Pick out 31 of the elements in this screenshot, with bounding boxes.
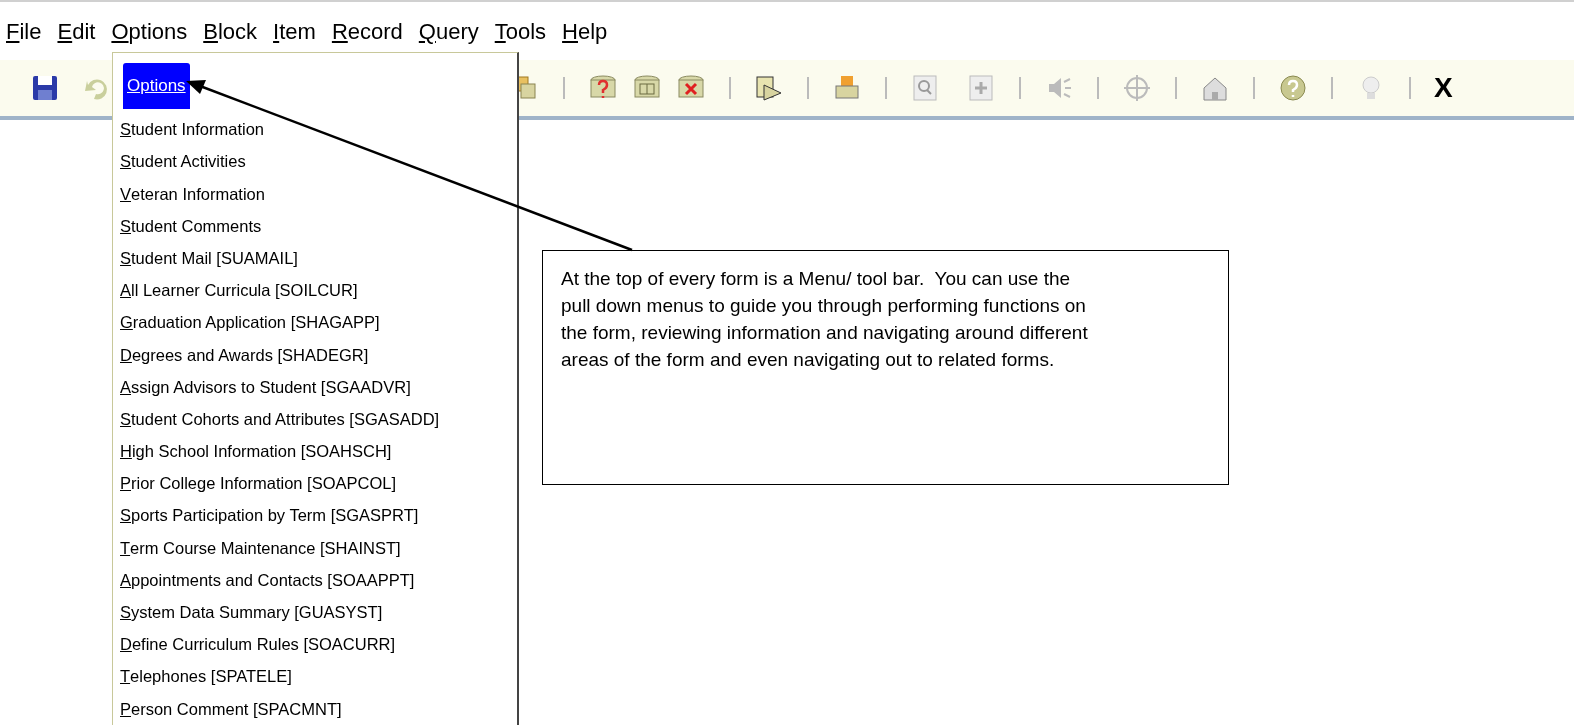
dropdown-item[interactable]: Appointments and Contacts [SOAAPPT] <box>120 564 415 597</box>
dropdown-item[interactable]: Student Mail [SUAMAIL] <box>120 242 298 275</box>
exit-button[interactable]: X <box>1434 74 1453 102</box>
dropdown-item[interactable]: Student Cohorts and Attributes [SGASADD] <box>120 403 440 436</box>
menu-item[interactable]: Edit <box>55 14 98 48</box>
dropdown-item[interactable]: Telephones [SPATELE] <box>120 660 292 693</box>
dropdown-item[interactable]: System Data Summary [GUASYST] <box>120 596 383 629</box>
menu-item[interactable]: Help <box>560 14 610 48</box>
callout-text: At the top of every form is a Menu/ tool bar. You can use the pull down menus to guide you through performing functions on the form, reviewing information and navigating around different areas of the form and even navigating out to related forms. <box>561 267 1089 372</box>
menu-item[interactable]: File <box>4 14 44 48</box>
dropdown-item[interactable]: Graduation Application [SHAGAPP] <box>120 306 380 339</box>
menu-item[interactable]: Tools <box>492 14 549 48</box>
dropdown-item[interactable]: Assign Advisors to Student [SGAADVR] <box>120 371 411 404</box>
dropdown-item[interactable]: Prior College Information [SOAPCOL] <box>120 467 397 500</box>
dropdown-item[interactable]: Person Comment [SPACMNT] <box>120 692 342 725</box>
dropdown-title: Options <box>123 63 190 109</box>
dropdown-item[interactable]: Term Course Maintenance [SHAINST] <box>120 531 401 565</box>
menu-item[interactable]: Item <box>271 14 318 48</box>
menu-item[interactable]: Query <box>416 14 481 48</box>
menu-item[interactable]: Record <box>329 14 405 48</box>
dropdown-item[interactable]: Student Comments <box>120 210 262 243</box>
dropdown-item[interactable]: Veteran Information <box>120 177 265 211</box>
dropdown-item[interactable]: Degrees and Awards [SHADEGR] <box>120 338 369 371</box>
menu-item[interactable]: Block <box>201 14 260 48</box>
dropdown-item[interactable]: Student Activities <box>120 145 246 178</box>
dropdown-item[interactable]: Student Information <box>120 113 264 146</box>
dropdown-item[interactable]: All Learner Curricula [SOILCUR] <box>120 274 358 307</box>
menu-item[interactable]: Options <box>109 14 190 48</box>
dropdown-item[interactable]: Define Curriculum Rules [SOACURR] <box>120 628 396 661</box>
dropdown-item[interactable]: High School Information [SOAHSCH] <box>120 435 392 468</box>
dropdown-item[interactable]: Sports Participation by Term [SGASPRT] <box>120 499 419 532</box>
